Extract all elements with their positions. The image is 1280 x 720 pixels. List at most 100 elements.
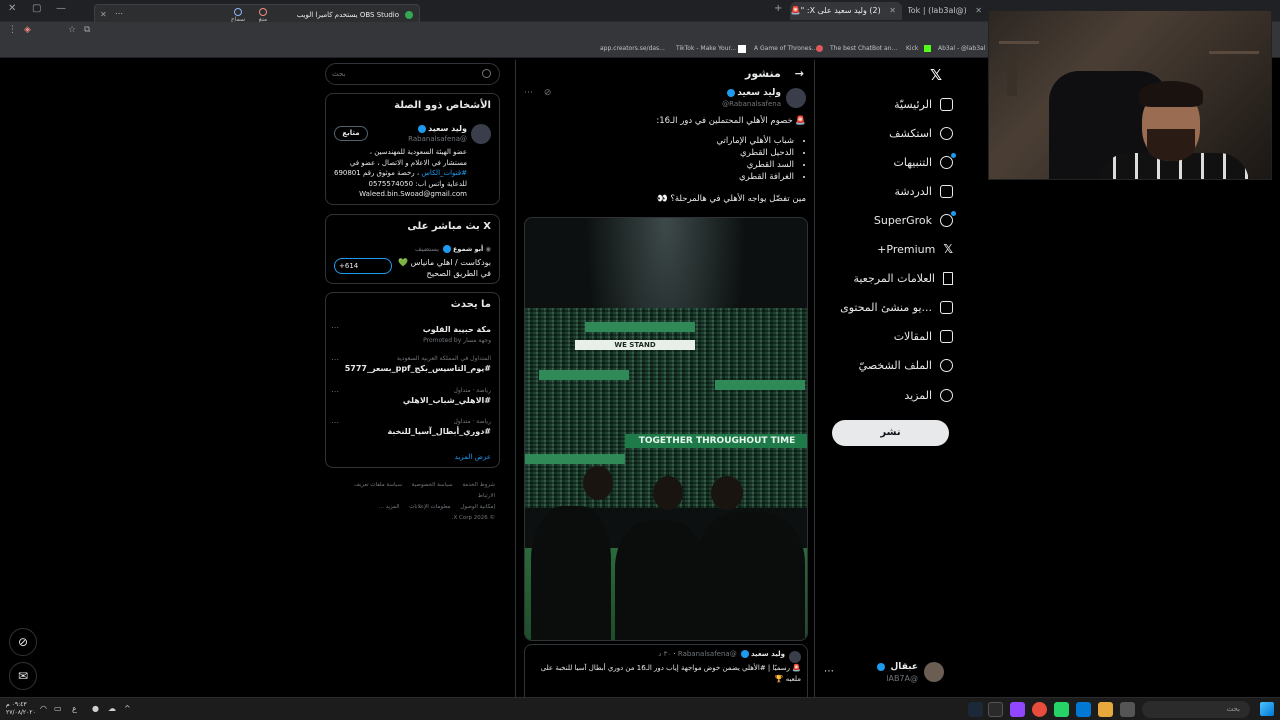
related-name[interactable]: وليد سعيد [416, 124, 467, 133]
popup-more-icon[interactable]: ⋯ [115, 9, 123, 18]
player-head [653, 476, 683, 510]
nav-explore[interactable]: استكشف [889, 123, 953, 143]
bookmark-favicon-icon [816, 45, 823, 52]
chevron-up-icon[interactable]: ^ [124, 704, 131, 713]
allow-icon [234, 8, 242, 16]
avatar[interactable] [471, 124, 491, 144]
x-premium-icon: 𝕏 [943, 242, 953, 256]
trend-item[interactable]: ⋯ مكة حبيبة القلوب وجهة مسار Promoted by [331, 323, 491, 344]
menu-dots-icon[interactable]: ⋮ [8, 25, 17, 35]
webcam-overlay [988, 10, 1272, 180]
close-popup-icon[interactable]: ✕ [100, 10, 107, 19]
search-input[interactable]: بحث [325, 63, 500, 85]
close-tab-icon[interactable]: ✕ [889, 6, 896, 15]
tiktok-bookmark-icon[interactable] [738, 45, 746, 53]
star-bookmark-icon[interactable]: ☆ [68, 25, 76, 35]
nav-messages[interactable]: الدردشة [894, 181, 953, 201]
trend-item[interactable]: ⋯ المتداول في المملكة العربية السعودية #… [331, 355, 491, 373]
footer-link[interactable]: المزيد ... [379, 504, 400, 510]
twitch-icon[interactable] [1010, 702, 1025, 717]
language-icon[interactable]: ع [72, 704, 77, 713]
more-icon [940, 388, 953, 402]
bookmark-item[interactable]: app.creators.se/das... [600, 45, 665, 52]
extension-icon[interactable]: ◈ [24, 25, 31, 35]
nav-premium[interactable]: 𝕏 Premium+ [877, 239, 953, 259]
live-listeners[interactable]: +614 [334, 258, 392, 274]
footer-link[interactable]: سياسة الخصوصية [412, 482, 453, 488]
nav-creator-studio[interactable]: ...يو منشئ المحتوى [840, 297, 953, 317]
nav-more[interactable]: المزيد [904, 385, 953, 405]
footer-link[interactable]: معلومات الإعلانات [409, 504, 450, 510]
more-dots-icon[interactable]: ⋯ [331, 418, 339, 427]
obs-icon [405, 11, 413, 19]
more-dots-icon[interactable]: ⋯ [331, 387, 339, 396]
bookmark-icon [943, 271, 953, 285]
maximize-window-icon[interactable]: ▢ [32, 3, 41, 14]
trends-card: ما يحدث ⋯ مكة حبيبة القلوب وجهة مسار Pro… [325, 292, 500, 468]
bookmark-item[interactable]: The best ChatBot an... [830, 45, 897, 52]
file-explorer-icon[interactable] [1098, 702, 1113, 717]
mic-icon[interactable]: ● [92, 704, 99, 713]
bookmark-item[interactable]: Kick [906, 45, 918, 52]
live-title[interactable]: بودكاست / اهلي مانياس 💚 في الطريق الصحيح [396, 257, 491, 279]
reply-tweet[interactable]: وليد سعيد @Rabanalsafena · ٣٠ د 🚨 رسميًا… [524, 644, 808, 700]
messages-button[interactable]: ✉ [9, 662, 37, 690]
more-dots-icon[interactable]: ⋯ [331, 323, 339, 332]
crowd-banner [539, 370, 629, 380]
windows-start-icon[interactable] [1260, 702, 1274, 716]
nav-home[interactable]: الرئيسيّة [894, 94, 953, 114]
minimize-window-icon[interactable]: — [56, 3, 66, 14]
nav-articles[interactable]: المقالات [894, 326, 953, 346]
taskbar-clock[interactable]: ٠٩:٤٣ م ٢٧/٠٨/٢٠٢٠ [6, 701, 36, 717]
bookmark-item[interactable]: Ab3al - @lab3al |... [938, 45, 995, 52]
footer-link[interactable]: شروط الخدمة [462, 482, 495, 488]
bookmark-item[interactable]: A Game of Thrones... [754, 45, 817, 52]
hashtag-link[interactable]: #قنوات_الكاس [421, 169, 467, 177]
network-icon[interactable]: ▭ [54, 704, 62, 713]
following-button[interactable]: متابع [334, 126, 368, 141]
close-window-icon[interactable]: ✕ [8, 3, 16, 14]
player-head [583, 466, 613, 500]
tweet-text: 🚨 خصوم الأهلي المحتملين في دور الـ16: شب… [526, 115, 806, 205]
trend-item[interactable]: ⋯ رياضة · متداول #الاهلي_شباب_الاهلي [331, 387, 491, 405]
nav-supergrok[interactable]: SuperGrok [874, 210, 956, 230]
close-tab-icon[interactable]: ✕ [975, 6, 982, 15]
bookmark-item[interactable]: TikTok - Make Your... [676, 45, 736, 52]
whatsapp-icon[interactable] [1054, 702, 1069, 717]
windows-taskbar: ٠٩:٤٣ م ٢٧/٠٨/٢٠٢٠ ◠ ▭ ع ● ☁ ^ بحث [0, 697, 1280, 720]
back-arrow-icon[interactable]: → [795, 67, 804, 80]
tweet-author-name[interactable]: وليد سعيد [725, 88, 781, 98]
tab-x-post[interactable]: ✕ (2) وليد سعيد على X: "🚨 خصوم... X [790, 2, 902, 20]
post-button[interactable]: نشر [832, 420, 949, 446]
x-logo-icon[interactable]: 𝕏 [930, 66, 942, 84]
footer-link[interactable]: إمكانية الوصول [460, 504, 495, 510]
nav-notifications[interactable]: التنبيهات [894, 152, 956, 172]
more-dots-icon[interactable]: ⋯ [524, 88, 533, 98]
more-dots-icon[interactable]: ⋯ [331, 355, 339, 364]
tab-tiktok[interactable]: ✕ Tik.Tok | (lab3al@) | ال... [908, 2, 988, 20]
cast-icon[interactable]: ⧉ [84, 25, 90, 35]
avatar[interactable] [786, 88, 806, 108]
list-item: شباب الأهلي الإماراتي [526, 135, 794, 147]
more-dots-icon[interactable]: ⋯ [824, 666, 834, 677]
store-icon[interactable] [1120, 702, 1135, 717]
account-switcher[interactable]: عبقال @lAB7A ⋯ [824, 660, 944, 688]
wifi-icon[interactable]: ◠ [40, 704, 47, 713]
grok-explain-icon[interactable]: ⊘ [544, 88, 552, 98]
show-more-link[interactable]: عرض المزيد [455, 453, 491, 461]
steam-icon[interactable] [968, 702, 983, 717]
trend-item[interactable]: ⋯ رياضة · متداول #دوري_أبطال_آسيا_للنخبة [331, 418, 491, 436]
chrome-icon[interactable] [1032, 702, 1047, 717]
obs-icon[interactable] [988, 702, 1003, 717]
nav-profile[interactable]: الملف الشخصيّ [859, 355, 953, 375]
taskbar-search[interactable]: بحث [1142, 701, 1250, 718]
tweet-image[interactable]: WE STAND TOGETHER THROUGHOUT TIME [524, 217, 808, 641]
grok-button[interactable]: ⊘ [9, 628, 37, 656]
mail-icon [940, 184, 953, 198]
cloud-icon[interactable]: ☁ [108, 704, 116, 713]
tweet-author-handle[interactable]: @Rabanalsafena [722, 100, 781, 108]
nav-bookmarks[interactable]: العلامات المرجعية [853, 268, 953, 288]
new-tab-icon[interactable]: + [774, 3, 782, 14]
edge-icon[interactable] [1076, 702, 1091, 717]
crowd-banner [525, 454, 625, 464]
